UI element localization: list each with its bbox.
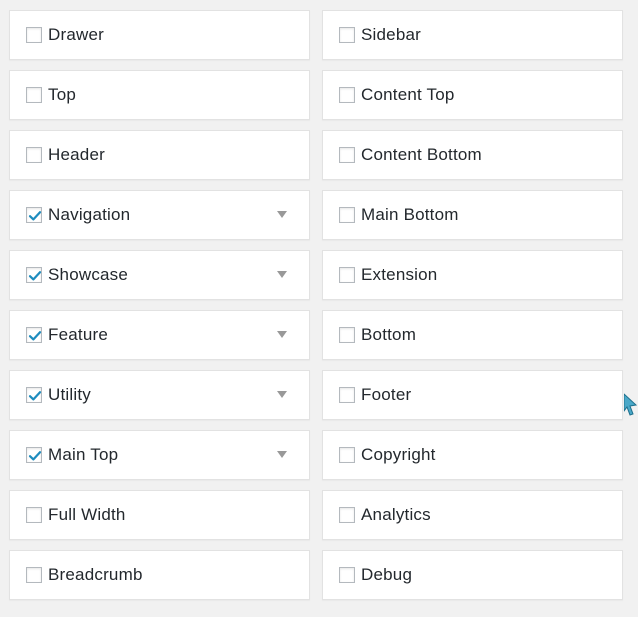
panel-main-top[interactable]: Main Top: [9, 430, 310, 480]
panel-sidebar[interactable]: Sidebar: [322, 10, 623, 60]
checkmark-icon: [28, 331, 42, 341]
panel-label: Drawer: [48, 25, 104, 44]
checkbox-drawer[interactable]: [26, 27, 42, 43]
panel-label: Utility: [48, 385, 91, 404]
checkbox-main-top[interactable]: [26, 447, 42, 463]
checkmark-icon: [28, 271, 42, 281]
panel-header[interactable]: Header: [9, 130, 310, 180]
panel-content-top[interactable]: Content Top: [322, 70, 623, 120]
panel-feature[interactable]: Feature: [9, 310, 310, 360]
panel-bottom[interactable]: Bottom: [322, 310, 623, 360]
panel-breadcrumb[interactable]: Breadcrumb: [9, 550, 310, 600]
panel-label: Analytics: [361, 505, 431, 524]
panel-label: Feature: [48, 325, 108, 344]
panel-navigation[interactable]: Navigation: [9, 190, 310, 240]
panel-drawer[interactable]: Drawer: [9, 10, 310, 60]
panel-label: Main Top: [48, 445, 119, 464]
panel-content-bottom[interactable]: Content Bottom: [322, 130, 623, 180]
panel-utility[interactable]: Utility: [9, 370, 310, 420]
checkbox-bottom[interactable]: [339, 327, 355, 343]
checkbox-utility[interactable]: [26, 387, 42, 403]
panel-label: Content Bottom: [361, 145, 482, 164]
triangle-down-icon[interactable]: [277, 451, 287, 458]
checkmark-icon: [28, 211, 42, 221]
panel-analytics[interactable]: Analytics: [322, 490, 623, 540]
checkbox-sidebar[interactable]: [339, 27, 355, 43]
panel-label: Full Width: [48, 505, 126, 524]
panel-extension[interactable]: Extension: [322, 250, 623, 300]
checkmark-icon: [28, 391, 42, 401]
panel-label: Navigation: [48, 205, 131, 224]
checkbox-breadcrumb[interactable]: [26, 567, 42, 583]
panel-label: Breadcrumb: [48, 565, 143, 584]
panel-label: Top: [48, 85, 77, 104]
checkbox-copyright[interactable]: [339, 447, 355, 463]
panel-full-width[interactable]: Full Width: [9, 490, 310, 540]
right-column: Sidebar Content Top Content Bottom Main …: [322, 10, 623, 610]
checkbox-full-width[interactable]: [26, 507, 42, 523]
panel-label: Footer: [361, 385, 412, 404]
triangle-down-icon[interactable]: [277, 391, 287, 398]
checkbox-content-bottom[interactable]: [339, 147, 355, 163]
triangle-down-icon[interactable]: [277, 271, 287, 278]
panel-label: Showcase: [48, 265, 129, 284]
panel-main-bottom[interactable]: Main Bottom: [322, 190, 623, 240]
panel-footer[interactable]: Footer: [322, 370, 623, 420]
panel-label: Bottom: [361, 325, 417, 344]
panel-copyright[interactable]: Copyright: [322, 430, 623, 480]
checkbox-footer[interactable]: [339, 387, 355, 403]
panel-top[interactable]: Top: [9, 70, 310, 120]
triangle-down-icon[interactable]: [277, 211, 287, 218]
mouse-pointer-icon: [624, 393, 638, 416]
panel-label: Content Top: [361, 85, 455, 104]
checkbox-header[interactable]: [26, 147, 42, 163]
panel-label: Main Bottom: [361, 205, 459, 224]
panel-debug[interactable]: Debug: [322, 550, 623, 600]
panel-label: Copyright: [361, 445, 436, 464]
panel-showcase[interactable]: Showcase: [9, 250, 310, 300]
checkbox-main-bottom[interactable]: [339, 207, 355, 223]
checkbox-extension[interactable]: [339, 267, 355, 283]
panel-label: Extension: [361, 265, 438, 284]
checkbox-top[interactable]: [26, 87, 42, 103]
panel-label: Sidebar: [361, 25, 421, 44]
triangle-down-icon[interactable]: [277, 331, 287, 338]
checkbox-showcase[interactable]: [26, 267, 42, 283]
checkmark-icon: [28, 451, 42, 461]
position-settings-grid: Drawer Top Header Navigation Showcase Fe…: [0, 0, 638, 617]
panel-label: Header: [48, 145, 105, 164]
panel-label: Debug: [361, 565, 413, 584]
checkbox-navigation[interactable]: [26, 207, 42, 223]
checkbox-feature[interactable]: [26, 327, 42, 343]
left-column: Drawer Top Header Navigation Showcase Fe…: [9, 10, 310, 610]
checkbox-debug[interactable]: [339, 567, 355, 583]
checkbox-content-top[interactable]: [339, 87, 355, 103]
checkbox-analytics[interactable]: [339, 507, 355, 523]
